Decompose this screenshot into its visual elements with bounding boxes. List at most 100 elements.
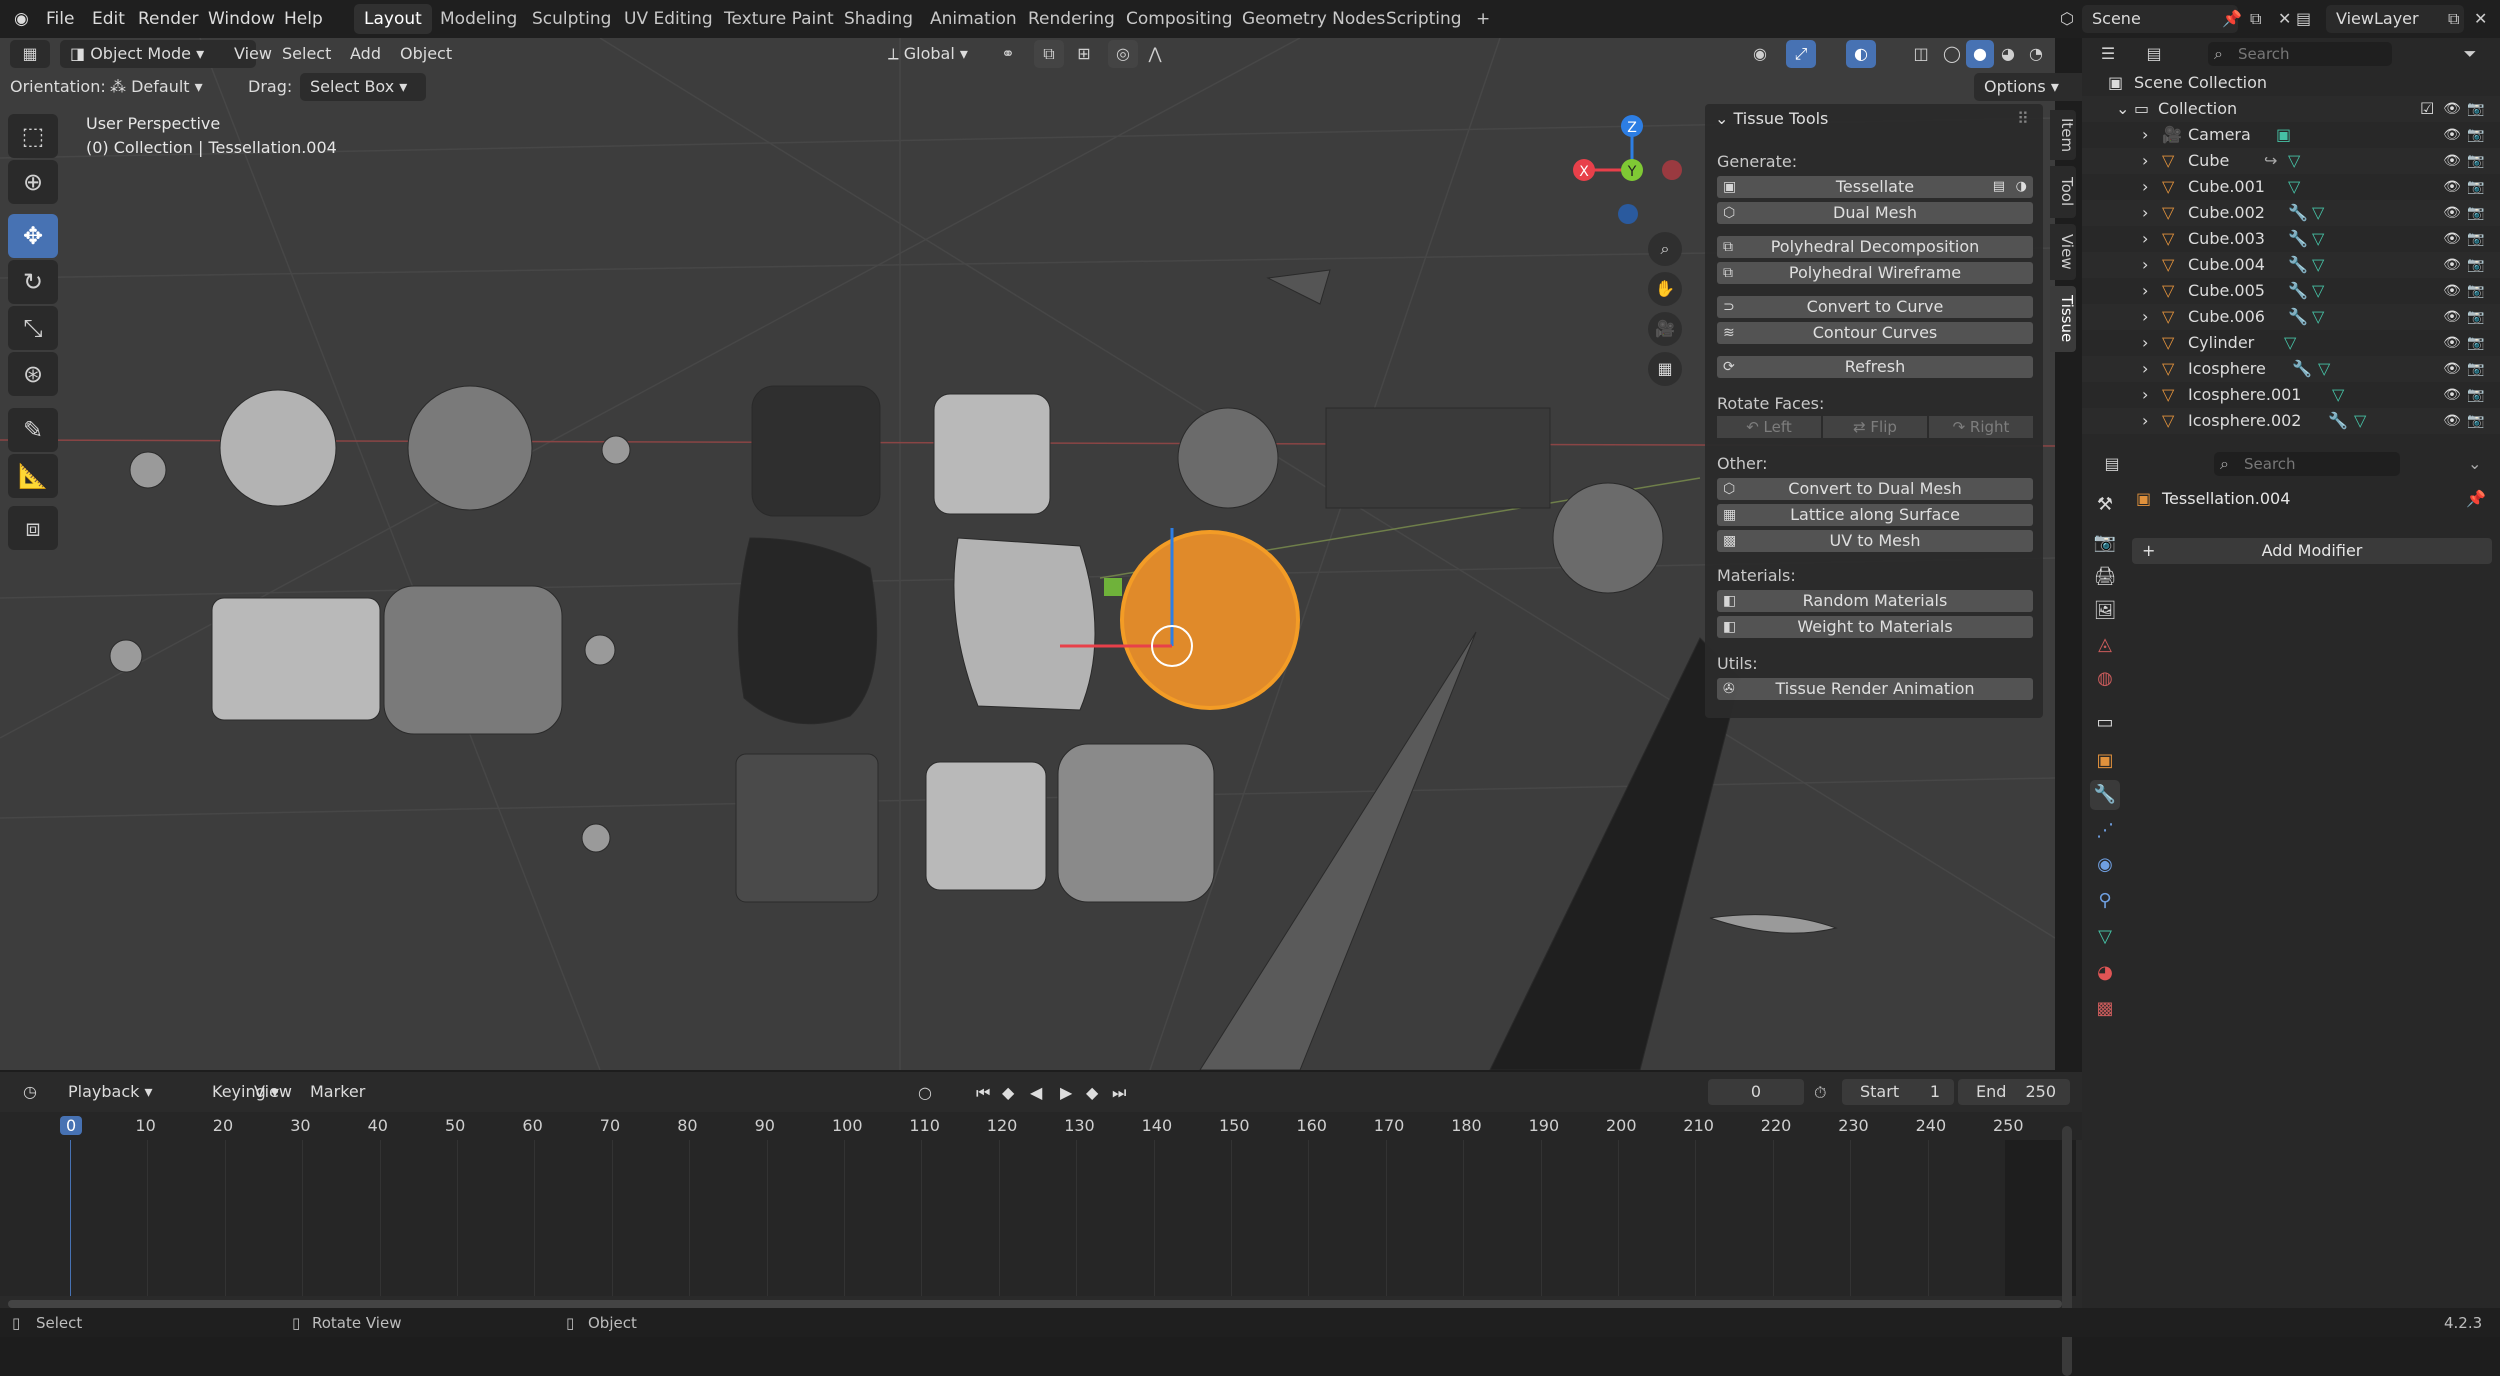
eye-icon[interactable]: 👁 <box>2442 330 2462 356</box>
timeline-editor-icon[interactable]: ◷ <box>10 1078 50 1106</box>
refresh-button[interactable]: ⟳ Refresh <box>1717 356 2033 378</box>
drag-handle-icon[interactable]: ⠿ <box>2017 108 2029 130</box>
zoom-icon[interactable]: ⌕ <box>1648 232 1682 266</box>
jump-end-icon[interactable]: ⏭ <box>1112 1080 1138 1106</box>
prev-keyframe-icon[interactable]: ◆ <box>1002 1080 1028 1106</box>
object-tab-icon[interactable]: ▣ <box>2090 746 2120 776</box>
collection-tab-icon[interactable]: ▭ <box>2090 708 2120 738</box>
options-dropdown[interactable]: Options ▾ <box>1974 73 2090 101</box>
tab-animation[interactable]: Animation <box>920 4 1027 34</box>
blender-logo-icon[interactable]: ◉ <box>6 4 37 34</box>
close-view-layer-icon[interactable]: ✕ <box>2474 6 2498 32</box>
data-tab-icon[interactable]: ▽ <box>2090 922 2120 952</box>
archive-icon[interactable]: ▤ <box>1993 176 2005 198</box>
add-cube-icon[interactable]: ⧈ <box>8 506 58 550</box>
pin-icon[interactable]: 📌 <box>2222 6 2248 32</box>
scene-selector[interactable]: Scene <box>2082 5 2238 33</box>
proportional-editing-icon[interactable]: ◎ <box>1108 40 1138 68</box>
menu-file[interactable]: File <box>38 4 82 34</box>
menu-object[interactable]: Object <box>392 40 460 68</box>
flip-button[interactable]: ⇄ Flip <box>1823 416 1927 438</box>
tool-tab-icon[interactable]: ⚒ <box>2090 490 2120 520</box>
scene-collection-row[interactable]: ▣ Scene Collection <box>2082 70 2500 96</box>
menu-window[interactable]: Window <box>200 4 283 34</box>
scene-tab-icon[interactable]: ◬ <box>2090 630 2120 660</box>
convert-to-dual-mesh-button[interactable]: ⬡ Convert to Dual Mesh <box>1717 478 2033 500</box>
scale-icon[interactable]: ⤡ <box>8 306 58 350</box>
material-tab-icon[interactable]: ◕ <box>2090 958 2120 988</box>
outliner-item-cube-001[interactable]: › ▽ Cube.001 ▽ 👁 📷 <box>2082 174 2500 200</box>
auto-keying-icon[interactable]: ○ <box>918 1080 948 1106</box>
checkbox-icon[interactable]: ☑ <box>2420 96 2434 122</box>
chevron-right-icon[interactable]: › <box>2142 304 2148 330</box>
stopwatch-icon[interactable]: ⏱ <box>1814 1080 1838 1106</box>
chevron-right-icon[interactable]: › <box>2142 148 2148 174</box>
random-materials-button[interactable]: ◧ Random Materials <box>1717 590 2033 612</box>
polyhedral-decomposition-button[interactable]: ⧉ Polyhedral Decomposition <box>1717 236 2033 258</box>
material-shading-icon[interactable]: ◕ <box>1994 40 2022 68</box>
camera-render-icon[interactable]: 📷 <box>2466 408 2486 434</box>
nav-gizmo-neg-z[interactable] <box>1618 204 1638 224</box>
chevron-down-icon[interactable]: ⌄ <box>2116 96 2129 122</box>
selected-tessellation[interactable] <box>1120 530 1300 710</box>
chevron-right-icon[interactable]: › <box>2142 330 2148 356</box>
outliner-item-icosphere-001[interactable]: › ▽ Icosphere.001 ▽ 👁 📷 <box>2082 382 2500 408</box>
perspective-toggle-icon[interactable]: ▦ <box>1648 352 1682 386</box>
move-icon[interactable]: ✥ <box>8 214 58 258</box>
eye-icon[interactable]: 👁 <box>2442 252 2462 278</box>
menu-render[interactable]: Render <box>130 4 207 34</box>
menu-select[interactable]: Select <box>274 40 339 68</box>
tab-modeling[interactable]: Modeling <box>430 4 527 34</box>
menu-marker[interactable]: Marker <box>302 1078 373 1106</box>
chevron-right-icon[interactable]: › <box>2142 408 2148 434</box>
outliner-item-icosphere-002[interactable]: › ▽ Icosphere.002 🔧 ▽ 👁 📷 <box>2082 408 2500 434</box>
side-tab-item[interactable]: Item <box>2050 110 2076 160</box>
chevron-right-icon[interactable]: › <box>2142 226 2148 252</box>
outliner-item-cube-006[interactable]: › ▽ Cube.006 🔧 ▽ 👁 📷 <box>2082 304 2500 330</box>
camera-render-icon[interactable]: 📷 <box>2466 304 2486 330</box>
tissue-render-animation-button[interactable]: ✇ Tissue Render Animation <box>1717 678 2033 700</box>
camera-render-icon[interactable]: 📷 <box>2466 96 2486 122</box>
outliner-item-cube-005[interactable]: › ▽ Cube.005 🔧 ▽ 👁 📷 <box>2082 278 2500 304</box>
outliner-item-icosphere[interactable]: › ▽ Icosphere 🔧 ▽ 👁 📷 <box>2082 356 2500 382</box>
tab-uv-editing[interactable]: UV Editing <box>614 4 723 34</box>
transform-icon[interactable]: ⊛ <box>8 352 58 396</box>
eye-icon[interactable]: 👁 <box>2442 148 2462 174</box>
eye-icon[interactable]: 👁 <box>2442 304 2462 330</box>
camera-render-icon[interactable]: 📷 <box>2466 356 2486 382</box>
annotate-icon[interactable]: ✎ <box>8 408 58 452</box>
outliner-item-cube[interactable]: › ▽ Cube ↪ ▽ 👁 📷 <box>2082 148 2500 174</box>
visibility-icon[interactable]: ◉ <box>1740 40 1780 68</box>
start-frame-field[interactable]: Start 1 <box>1842 1079 1954 1105</box>
side-tab-view[interactable]: View <box>2050 224 2076 280</box>
eye-icon[interactable]: 👁 <box>2442 278 2462 304</box>
measure-icon[interactable]: 📐 <box>8 454 58 498</box>
timeline-horizontal-scrollbar[interactable] <box>8 1300 2062 1308</box>
tab-rendering[interactable]: Rendering <box>1018 4 1125 34</box>
particles-tab-icon[interactable]: ⋰ <box>2090 816 2120 846</box>
editor-type-icon[interactable]: ▦ <box>10 40 50 68</box>
menu-view[interactable]: View <box>226 40 280 68</box>
uv-to-mesh-button[interactable]: ▩ UV to Mesh <box>1717 530 2033 552</box>
camera-render-icon[interactable]: 📷 <box>2466 330 2486 356</box>
rotate-right-button[interactable]: ↷ Right <box>1929 416 2033 438</box>
render-tab-icon[interactable]: 📷 <box>2090 528 2120 558</box>
outliner-item-cube-003[interactable]: › ▽ Cube.003 🔧 ▽ 👁 📷 <box>2082 226 2500 252</box>
weight-to-materials-button[interactable]: ◧ Weight to Materials <box>1717 616 2033 638</box>
convert-to-curve-button[interactable]: ⊃ Convert to Curve <box>1717 296 2033 318</box>
solid-shading-icon[interactable]: ● <box>1966 40 1994 68</box>
snap-icon[interactable]: ⧉ <box>1034 40 1064 68</box>
modifier-tab-icon[interactable]: 🔧 <box>2090 780 2120 810</box>
timeline-scrollbar[interactable] <box>2062 1126 2072 1376</box>
eye-icon[interactable]: 👁 <box>2442 226 2462 252</box>
eye-icon[interactable]: 👁 <box>2442 408 2462 434</box>
pin-icon[interactable]: 📌 <box>2466 486 2486 512</box>
camera-render-icon[interactable]: 📷 <box>2466 174 2486 200</box>
orientation-dropdown[interactable]: ⁂ Default ▾ <box>100 73 250 101</box>
menu-edit[interactable]: Edit <box>84 4 133 34</box>
camera-render-icon[interactable]: 📷 <box>2466 200 2486 226</box>
pivot-point-icon[interactable]: ⚭ <box>990 40 1026 68</box>
eye-icon[interactable]: 👁 <box>2442 200 2462 226</box>
add-modifier-button[interactable]: + Add Modifier <box>2132 538 2492 564</box>
chevron-right-icon[interactable]: › <box>2142 174 2148 200</box>
